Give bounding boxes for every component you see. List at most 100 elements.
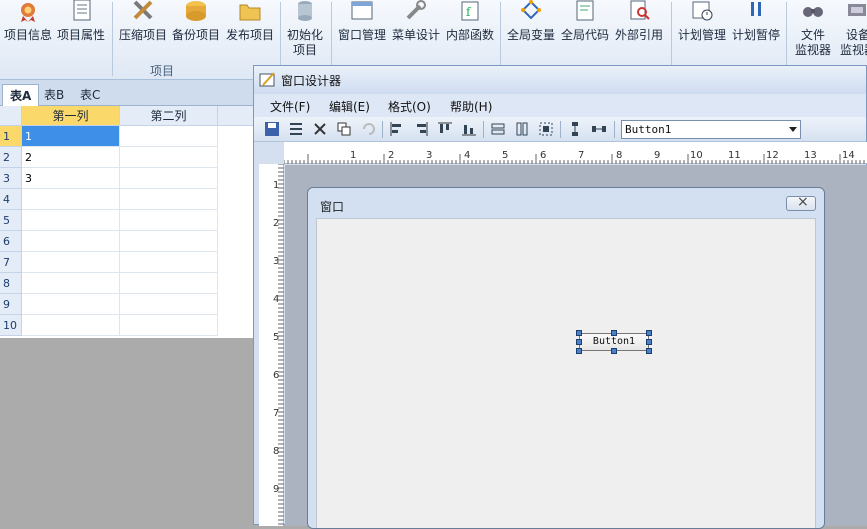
row-header[interactable]: 10 <box>0 315 22 336</box>
window-manage-label: 窗口管理 <box>337 28 386 42</box>
inner-func-button[interactable]: f 内部函数 <box>444 0 496 60</box>
component-select-value: Button1 <box>625 123 672 136</box>
cut-icon[interactable] <box>312 121 328 137</box>
grid-cell[interactable] <box>22 273 120 294</box>
vertical-spacing-icon[interactable] <box>567 121 583 137</box>
resize-handle[interactable] <box>611 348 617 354</box>
grid-cell[interactable]: 1 <box>22 126 120 147</box>
file-monitor-label: 文件 <box>800 28 825 42</box>
align-left-icon[interactable] <box>389 121 405 137</box>
resize-handle[interactable] <box>576 348 582 354</box>
grid-cell[interactable] <box>120 231 218 252</box>
menu-design-button[interactable]: 菜单设计 <box>390 0 442 60</box>
grid-cell[interactable] <box>120 147 218 168</box>
undo-icon[interactable] <box>360 121 376 137</box>
resize-handle[interactable] <box>576 330 582 336</box>
ruler-number: 11 <box>728 150 741 161</box>
device-monitor-label: 设备 <box>845 28 867 42</box>
ruler-number: 4 <box>273 294 280 305</box>
database-icon <box>298 1 312 21</box>
plan-pause-button[interactable]: 计划暂停 <box>730 0 782 60</box>
toolbar-separator <box>560 121 561 138</box>
sheet-tab-c[interactable]: 表C <box>73 84 107 106</box>
row-header[interactable]: 4 <box>0 189 22 210</box>
backup-project-button[interactable]: 备份项目 <box>170 0 222 60</box>
project-props-button[interactable]: 项目属性 <box>55 0 107 60</box>
row-header[interactable]: 1 <box>0 126 22 147</box>
grid-cell[interactable] <box>120 189 218 210</box>
row-header[interactable]: 8 <box>0 273 22 294</box>
sheet-tab-b[interactable]: 表B <box>37 84 71 106</box>
same-size-icon[interactable] <box>538 121 554 137</box>
grid-cell[interactable] <box>120 168 218 189</box>
align-top-icon[interactable] <box>437 121 453 137</box>
resize-handle[interactable] <box>646 339 652 345</box>
form-client-area[interactable]: Button1 <box>316 218 816 528</box>
grid-cell[interactable] <box>22 252 120 273</box>
global-var-button[interactable]: 全局变量 <box>505 0 557 60</box>
global-code-label: 全局代码 <box>560 28 609 42</box>
binoculars-icon <box>803 7 823 17</box>
designer-titlebar[interactable]: 窗口设计器 <box>254 66 866 94</box>
grid-cell[interactable] <box>120 210 218 231</box>
resize-handle[interactable] <box>646 348 652 354</box>
row-header[interactable]: 5 <box>0 210 22 231</box>
row-header[interactable]: 2 <box>0 147 22 168</box>
menu-help[interactable]: 帮助(H) <box>450 98 492 115</box>
column-header-1[interactable]: 第一列 <box>22 106 120 126</box>
resize-handle[interactable] <box>576 339 582 345</box>
grid-cell[interactable] <box>120 273 218 294</box>
grid-cell[interactable] <box>22 231 120 252</box>
design-canvas[interactable]: 窗口 Button1 <box>285 165 867 529</box>
align-right-icon[interactable] <box>413 121 429 137</box>
menu-edit[interactable]: 编辑(E) <box>329 98 370 115</box>
file-monitor-button[interactable]: 文件 监视器 <box>791 0 835 60</box>
grid-cell[interactable]: 2 <box>22 147 120 168</box>
data-grid: 第一列 第二列 1 2 3 4 5 6 7 8 9 10 1 2 3 <box>0 106 253 338</box>
properties-icon[interactable] <box>288 121 304 137</box>
menu-file[interactable]: 文件(F) <box>270 98 310 115</box>
grid-cell[interactable]: 3 <box>22 168 120 189</box>
grid-cell[interactable] <box>22 315 120 336</box>
grid-cell[interactable] <box>120 315 218 336</box>
same-width-icon[interactable] <box>490 121 506 137</box>
project-info-button[interactable]: 项目信息 <box>2 0 54 60</box>
init-project-button[interactable]: 初始化 项目 <box>283 0 327 60</box>
component-select[interactable]: Button1 <box>621 120 801 139</box>
window-manage-button[interactable]: 窗口管理 <box>336 0 388 60</box>
close-icon[interactable] <box>786 194 816 211</box>
row-header[interactable]: 9 <box>0 294 22 315</box>
grid-cell[interactable] <box>120 252 218 273</box>
chevron-down-icon[interactable] <box>789 127 797 132</box>
row-header[interactable]: 6 <box>0 231 22 252</box>
grid-cell[interactable] <box>120 126 218 147</box>
grid-corner[interactable] <box>0 106 22 126</box>
horizontal-spacing-icon[interactable] <box>591 121 607 137</box>
compress-project-button[interactable]: 压缩项目 <box>117 0 169 60</box>
global-code-button[interactable]: 全局代码 <box>559 0 611 60</box>
copy-icon[interactable] <box>336 121 352 137</box>
align-bottom-icon[interactable] <box>461 121 477 137</box>
publish-project-label: 发布项目 <box>225 28 274 42</box>
design-form[interactable]: 窗口 Button1 <box>307 187 825 529</box>
ruler-number: 9 <box>273 484 280 495</box>
grid-cell[interactable] <box>22 294 120 315</box>
column-header-2[interactable]: 第二列 <box>120 106 218 126</box>
external-ref-button[interactable]: 外部引用 <box>613 0 665 60</box>
row-header[interactable]: 7 <box>0 252 22 273</box>
ruler-number: 3 <box>426 150 433 161</box>
grid-cell[interactable] <box>120 294 218 315</box>
resize-handle[interactable] <box>611 330 617 336</box>
resize-handle[interactable] <box>646 330 652 336</box>
menu-format[interactable]: 格式(O) <box>388 98 431 115</box>
grid-cell[interactable] <box>22 210 120 231</box>
device-monitor-button[interactable]: 设备 监视器 <box>836 0 867 60</box>
same-height-icon[interactable] <box>514 121 530 137</box>
save-icon[interactable] <box>264 121 280 137</box>
grid-cell[interactable] <box>22 189 120 210</box>
publish-project-button[interactable]: 发布项目 <box>224 0 276 60</box>
column-header-3[interactable] <box>218 106 253 126</box>
row-header[interactable]: 3 <box>0 168 22 189</box>
sheet-tab-a[interactable]: 表A <box>2 84 40 106</box>
plan-manage-button[interactable]: 计划管理 <box>676 0 728 60</box>
